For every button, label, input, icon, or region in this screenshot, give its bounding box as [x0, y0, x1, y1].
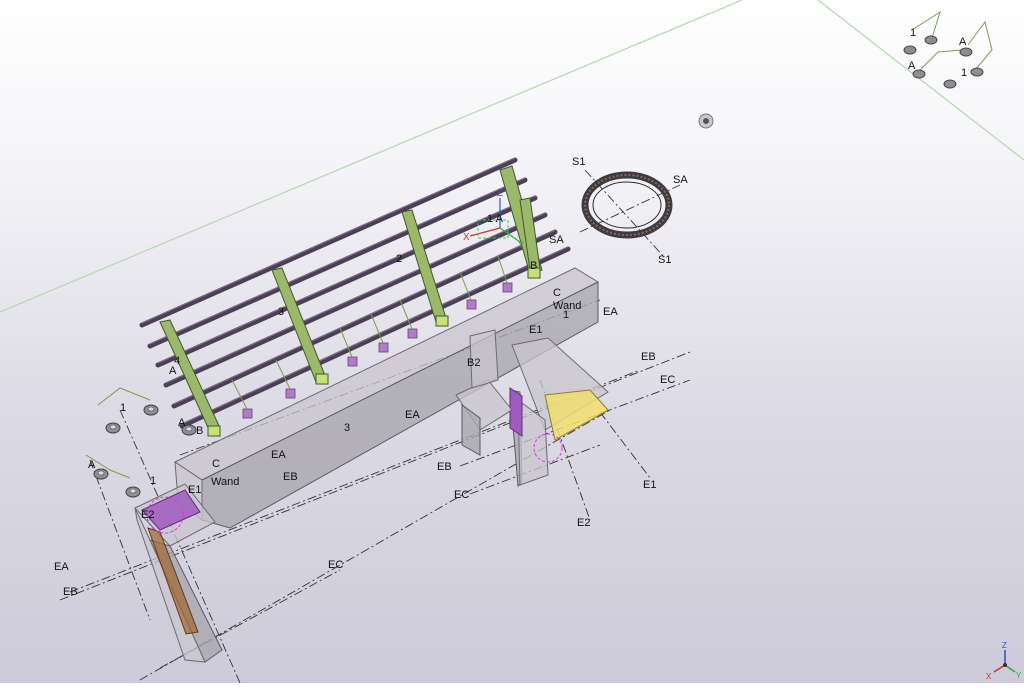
- label-s1: S1: [572, 156, 585, 168]
- label-inset-a-left: A: [908, 60, 916, 72]
- label-1-right: 1: [563, 309, 569, 321]
- label-1-left-group: 1: [120, 402, 126, 414]
- label-ec-mid: EC: [454, 489, 469, 501]
- label-c-right: C: [553, 287, 561, 299]
- label-s1-lower: S1: [658, 254, 671, 266]
- label-b2: B2: [467, 357, 480, 369]
- label-grid-3-lower: 3: [344, 422, 350, 434]
- label-inset-a-right: A: [959, 36, 967, 48]
- label-eb-far-left: EB: [63, 586, 78, 598]
- workplane-edge-left: [0, 0, 743, 313]
- view-center-target-icon[interactable]: [698, 113, 714, 129]
- gizmo-x-label: X: [463, 232, 470, 243]
- label-e1-left: E1: [188, 484, 201, 496]
- label-ea-right: EA: [603, 306, 618, 318]
- gizmo-y-label: Y: [518, 240, 524, 250]
- label-b-right: B: [530, 260, 537, 272]
- triad-x: X: [986, 672, 992, 681]
- label-a-left-group: A: [88, 459, 96, 471]
- label-e1-far: E1: [643, 479, 656, 491]
- label-e2-left: E2: [141, 509, 154, 521]
- label-1-left-group2: 1: [150, 475, 156, 487]
- ring-foundation[interactable]: [581, 171, 673, 239]
- model-3d-viewport[interactable]: Z X Y S1 SA S1 SA 2 3 3 4 A A B B 1 A C …: [0, 0, 1024, 684]
- anchor-group-inset[interactable]: [903, 10, 993, 89]
- label-wand-left: Wand: [211, 476, 239, 488]
- label-a-mid: A: [178, 417, 186, 429]
- label-inset-1a: 1: [910, 27, 916, 39]
- label-eb-mid: EB: [437, 461, 452, 473]
- concrete-block-right[interactable]: [455, 329, 609, 488]
- triad-y: Y: [1016, 671, 1022, 680]
- label-ec-right: EC: [660, 374, 675, 386]
- label-ea-far-left: EA: [54, 561, 69, 573]
- model-canvas[interactable]: Z X Y S1 SA S1 SA 2 3 3 4 A A B B 1 A C …: [0, 0, 1024, 684]
- label-1a: 1 A: [487, 213, 504, 225]
- label-sa-lower: SA: [549, 234, 564, 246]
- label-e2-bottom: E2: [577, 517, 590, 529]
- label-eb-left-mid: EB: [283, 471, 298, 483]
- label-e1-mid: E1: [529, 324, 542, 336]
- label-b-left: B: [196, 425, 203, 437]
- xyz-axis-triad-icon[interactable]: Z Y X: [986, 641, 1022, 681]
- label-grid-2: 2: [396, 253, 402, 265]
- label-ea-left-mid: EA: [271, 449, 286, 461]
- label-a-left: A: [169, 365, 177, 377]
- label-grid-3-upper: 3: [278, 306, 284, 318]
- label-ea-center: EA: [405, 409, 420, 421]
- label-sa: SA: [673, 174, 688, 186]
- label-inset-1b: 1: [961, 67, 967, 79]
- label-ec-lower: EC: [328, 559, 343, 571]
- label-c-left: C: [212, 458, 220, 470]
- label-eb-right: EB: [641, 351, 656, 363]
- triad-z: Z: [1002, 641, 1007, 650]
- gizmo-z-label: Z: [497, 188, 503, 199]
